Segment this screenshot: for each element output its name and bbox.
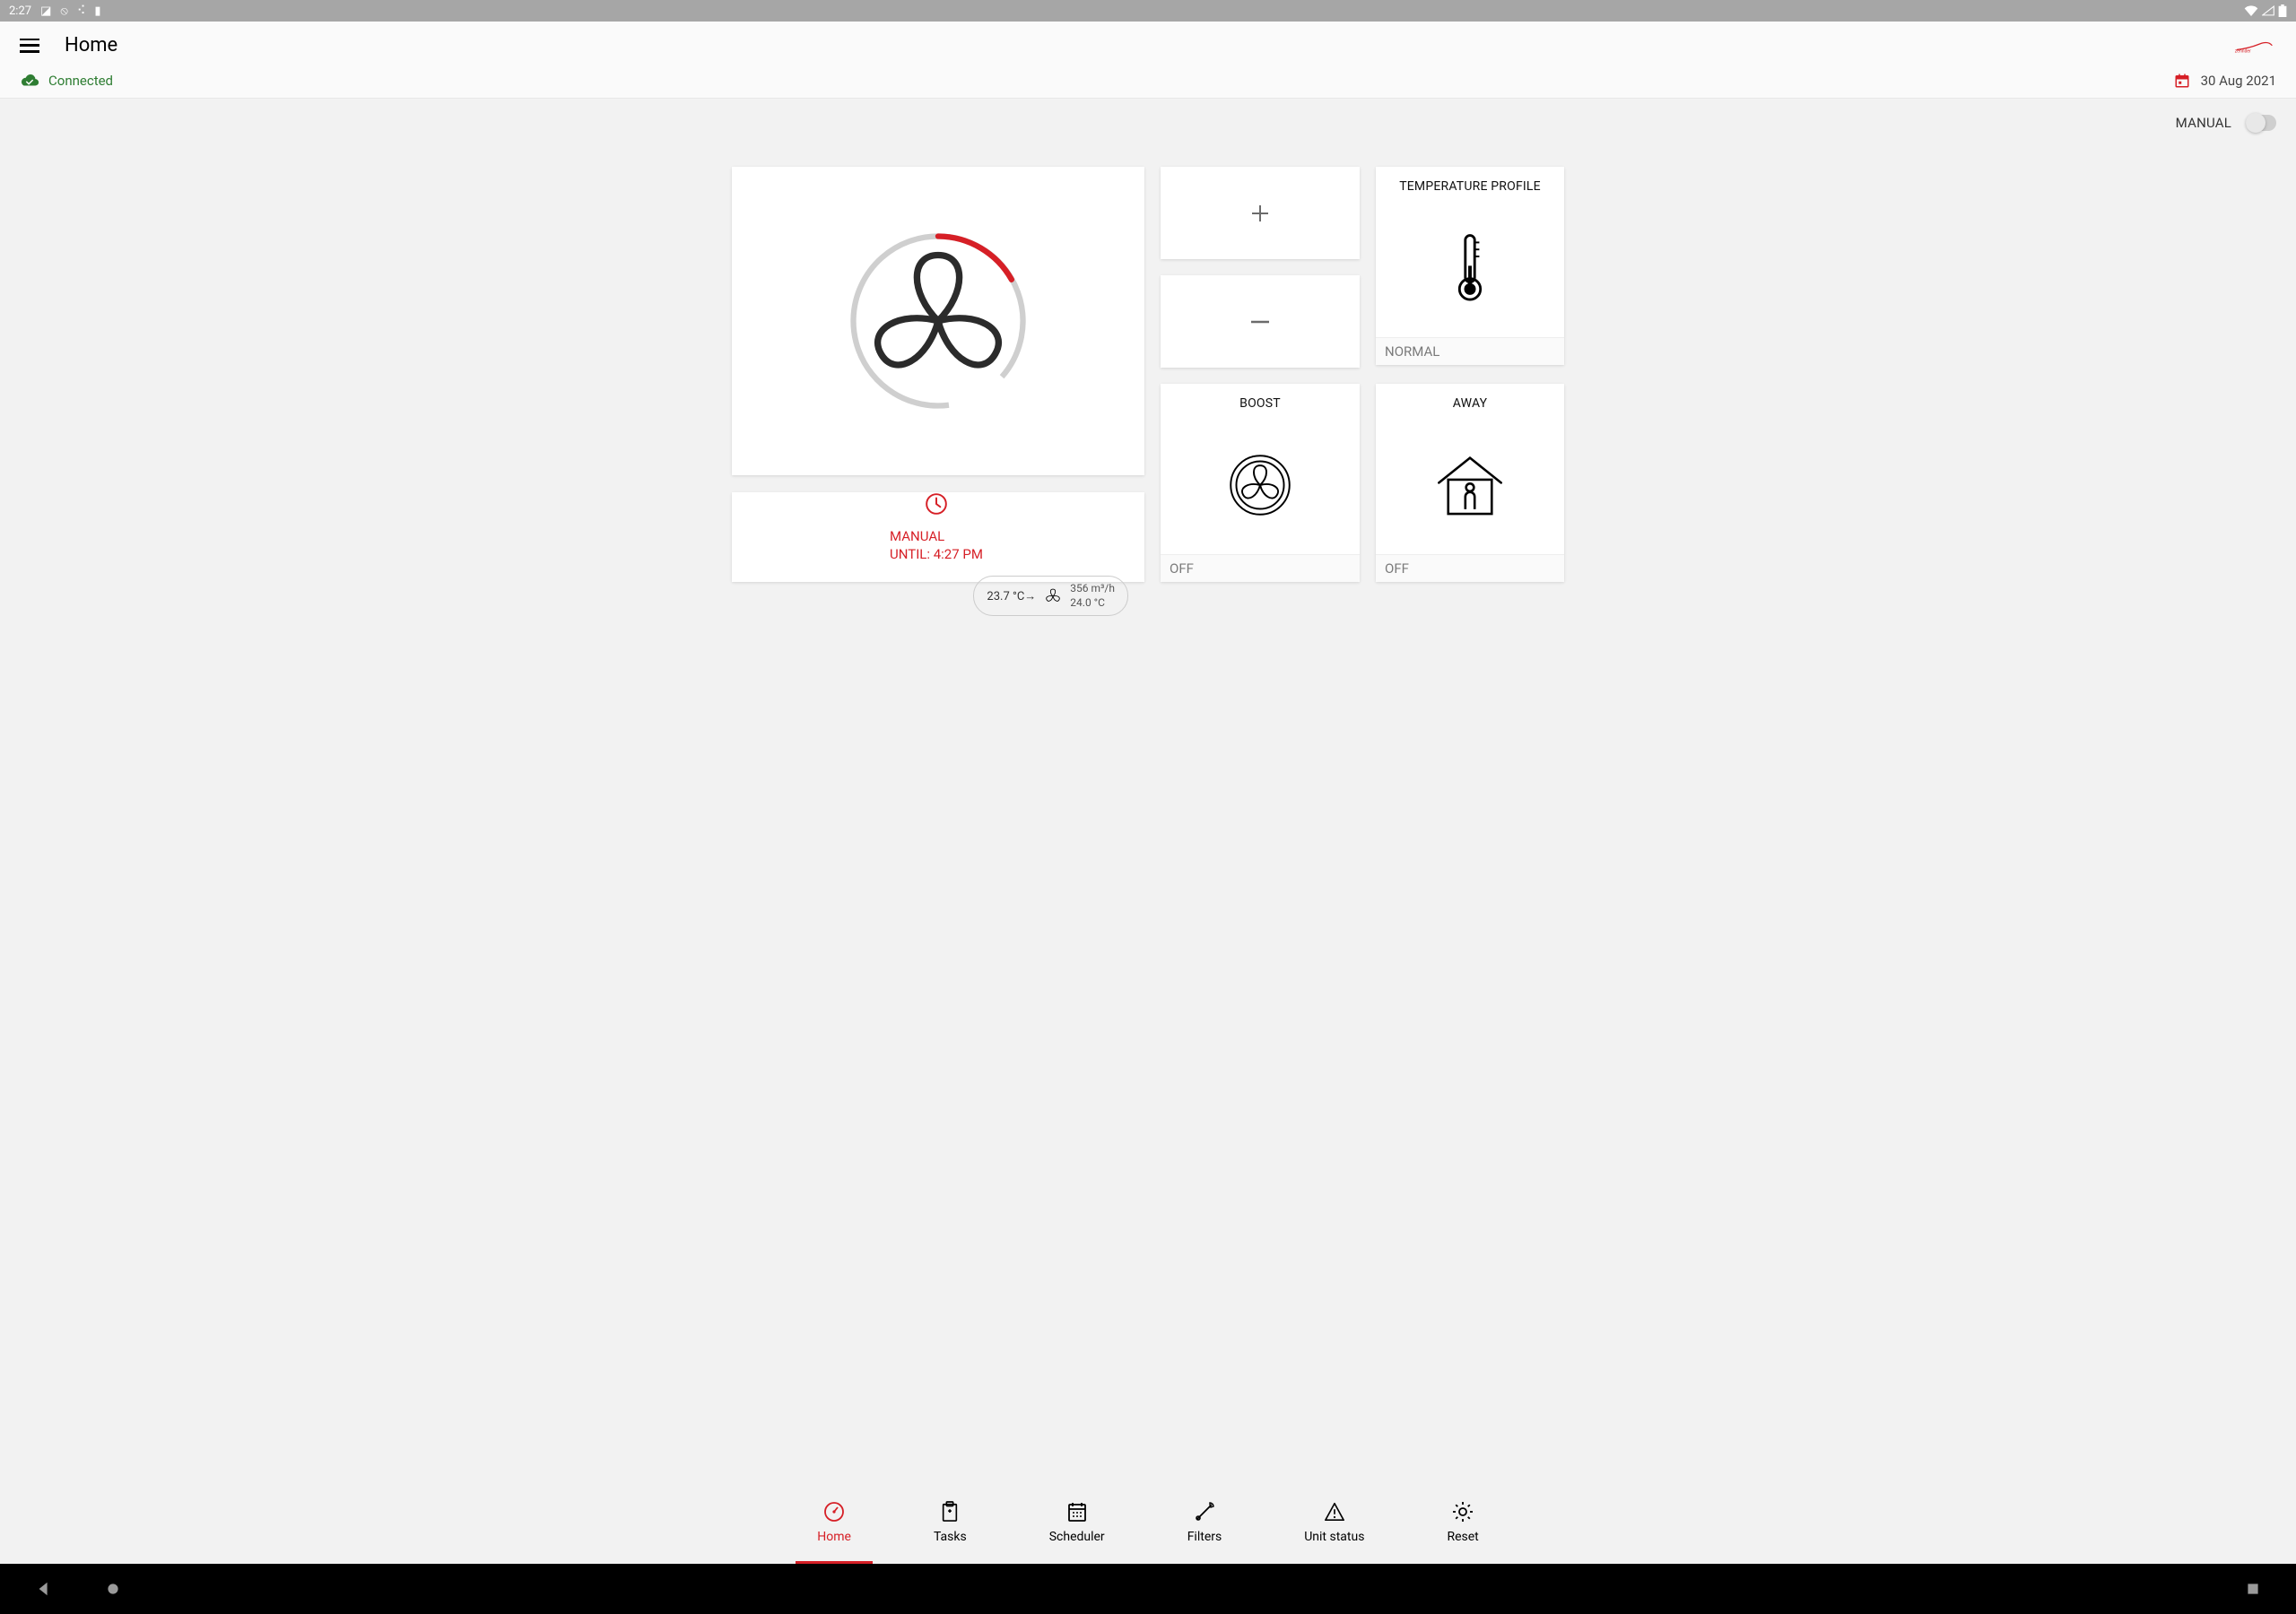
connected-label: Connected <box>48 73 113 89</box>
bottom-nav: Home Tasks Scheduler Filters Unit status… <box>0 1487 2296 1564</box>
readings-pill[interactable]: 23.7 °C→ 356 m³/h 24.0 °C <box>973 576 1128 616</box>
gauge-icon <box>823 1501 845 1523</box>
brand-logo: zehnder <box>2231 35 2276 56</box>
gear-icon <box>1452 1501 1474 1523</box>
mode-toggle[interactable] <box>2246 115 2276 131</box>
nav-label: Home <box>817 1530 851 1544</box>
tile-footer: NORMAL <box>1376 337 1564 365</box>
fan-icon <box>844 227 1032 415</box>
schedule-text: MANUAL UNTIL: 4:27 PM <box>890 528 983 563</box>
nav-label: Scheduler <box>1049 1530 1105 1544</box>
fan-small-icon <box>1043 586 1063 606</box>
connection-status: Connected <box>20 73 113 89</box>
tile-footer: OFF <box>1161 554 1360 582</box>
menu-icon[interactable] <box>20 39 39 53</box>
nav-label: Unit status <box>1304 1530 1364 1544</box>
date-display[interactable]: 30 Aug 2021 <box>2174 73 2276 89</box>
tile-title: AWAY <box>1376 384 1564 416</box>
schedule-line2: UNTIL: 4:27 PM <box>890 546 983 564</box>
home-button[interactable] <box>106 1582 120 1596</box>
status-icon: ▮ <box>94 4 100 18</box>
page-title: Home <box>65 34 117 56</box>
away-tile[interactable]: AWAY OFF <box>1376 384 1564 582</box>
nav-reset[interactable]: Reset <box>1434 1497 1491 1553</box>
nav-label: Tasks <box>934 1530 967 1544</box>
signal-icon <box>2262 5 2274 16</box>
boost-tile[interactable]: BOOST OFF <box>1161 384 1360 582</box>
date-value: 30 Aug 2021 <box>2201 73 2276 89</box>
nav-label: Filters <box>1187 1530 1222 1544</box>
battery-icon <box>2278 4 2287 17</box>
nav-scheduler[interactable]: Scheduler <box>1037 1497 1118 1553</box>
nav-unit-status[interactable]: Unit status <box>1292 1497 1377 1553</box>
status-icon: ⦸ <box>60 4 67 18</box>
temp-in: 23.7 °C→ <box>987 589 1036 603</box>
nav-home[interactable]: Home <box>804 1497 864 1553</box>
schedule-info-card[interactable]: MANUAL UNTIL: 4:27 PM 23.7 °C→ 356 m³/h … <box>732 492 1144 582</box>
plus-icon <box>1249 203 1271 224</box>
android-nav-bar <box>0 1564 2296 1614</box>
tile-title: TEMPERATURE PROFILE <box>1376 167 1564 199</box>
tile-footer: OFF <box>1376 554 1564 582</box>
clipboard-icon <box>939 1501 961 1523</box>
recents-button[interactable] <box>2246 1582 2260 1596</box>
status-time: 2:27 <box>9 4 31 18</box>
calendar-grid-icon <box>1066 1501 1088 1523</box>
status-icon: ◪ <box>40 4 51 18</box>
mode-label: MANUAL <box>2176 115 2231 131</box>
thermometer-icon <box>1451 233 1489 303</box>
android-status-bar: 2:27 ◪ ⦸ ⠪ ▮ <box>0 0 2296 22</box>
app-header: Home zehnder Connected 30 Aug 2021 <box>0 22 2296 99</box>
tools-icon <box>1194 1501 1215 1523</box>
schedule-line1: MANUAL <box>890 528 983 546</box>
clock-icon <box>925 492 948 516</box>
nav-filters[interactable]: Filters <box>1175 1497 1235 1553</box>
calendar-icon <box>2174 73 2190 89</box>
boost-icon <box>1225 450 1295 520</box>
tile-title: BOOST <box>1161 384 1360 416</box>
wifi-icon <box>2244 5 2258 16</box>
increase-button[interactable] <box>1161 167 1360 259</box>
svg-text:zehnder: zehnder <box>2235 48 2251 54</box>
nav-label: Reset <box>1447 1530 1478 1544</box>
airflow-value: 356 m³/h <box>1070 582 1115 596</box>
fan-level-card[interactable] <box>732 167 1144 475</box>
decrease-button[interactable] <box>1161 275 1360 368</box>
away-icon <box>1431 450 1509 520</box>
mode-toggle-row: MANUAL <box>0 99 2296 131</box>
warning-icon <box>1324 1501 1345 1523</box>
temperature-profile-tile[interactable]: TEMPERATURE PROFILE NORMAL <box>1376 167 1564 365</box>
status-icon: ⠪ <box>77 4 86 18</box>
main-grid: TEMPERATURE PROFILE NORMAL BOOST <box>0 131 2296 582</box>
minus-icon <box>1251 320 1269 324</box>
nav-tasks[interactable]: Tasks <box>921 1497 979 1553</box>
back-button[interactable] <box>36 1581 52 1597</box>
cloud-check-icon <box>20 74 39 88</box>
temp-out: 24.0 °C <box>1070 596 1115 611</box>
